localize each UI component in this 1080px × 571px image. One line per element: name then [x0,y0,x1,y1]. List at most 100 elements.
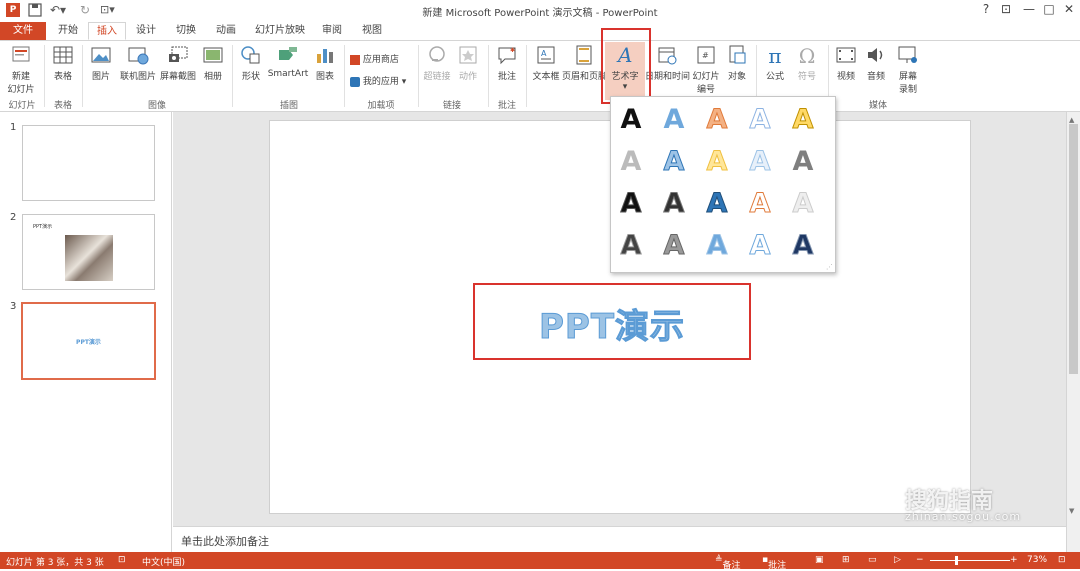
svg-text:A: A [541,49,547,58]
tab-view[interactable]: 视图 [356,22,388,40]
my-apps-button[interactable]: 我的应用 ▾ [350,74,406,87]
slide-thumbnail-3[interactable]: PPT演示 [21,302,156,380]
chart-icon [317,49,333,63]
wordart-style-17[interactable]: A [654,226,694,266]
slide-sorter-icon[interactable]: ⊞ [842,555,850,565]
group-label-addins: 加载项 [367,101,395,111]
wordart-style-11[interactable]: A [611,184,651,224]
smartart-button[interactable]: SmartArt [266,44,310,79]
vertical-scrollbar[interactable]: ▲ ▼ [1066,112,1080,552]
textbox-button[interactable]: A 文本框 [530,44,562,82]
table-button[interactable]: 表格 [48,44,78,82]
wordart-style-16[interactable]: A [611,226,651,266]
spellcheck-icon[interactable]: ⊡ [118,555,126,565]
wordart-textbox[interactable]: PPT演示 [473,283,751,360]
object-button[interactable]: 对象 [722,44,752,82]
chart-button[interactable]: 图表 [310,44,340,82]
comments-toggle[interactable]: ▪ 批注 [762,555,786,571]
screenshot-button[interactable]: 屏幕截图 [158,44,198,82]
wordart-style-1[interactable]: A [611,100,651,140]
scrollbar-thumb[interactable] [1069,124,1078,374]
app-store-button[interactable]: 应用商店 [350,52,399,65]
notes-placeholder[interactable]: 单击此处添加备注 [181,533,269,549]
notes-toggle[interactable]: ≜ 备注 [715,555,741,571]
audio-button[interactable]: 音频 [862,44,890,82]
wordart-gallery: A A A A A A A A A A A A A A A A A A A A ⋰ [610,96,836,273]
wordart-style-4[interactable]: A [740,100,780,140]
wordart-style-12[interactable]: A [654,184,694,224]
screen-recording-button[interactable]: 屏幕 录制 [892,44,924,95]
scroll-down-icon[interactable]: ▼ [1069,507,1074,515]
wordart-style-3[interactable]: A [697,100,737,140]
symbol-button[interactable]: Ω 符号 [792,44,822,82]
action-button[interactable]: 动作 [454,44,482,82]
group-separator [82,45,83,107]
speaker-icon [868,48,883,62]
tab-review[interactable]: 审阅 [316,22,348,40]
group-separator [526,45,527,107]
equation-button[interactable]: π 公式 [760,44,790,82]
wordart-style-14[interactable]: A [740,184,780,224]
picture-button[interactable]: 图片 [86,44,116,82]
slide-thumbnail-2[interactable]: PPT演示 [22,214,155,290]
tab-design[interactable]: 设计 [130,22,162,40]
smartart-icon [279,47,297,60]
album-button[interactable]: 相册 [198,44,228,82]
close-button[interactable]: ✕ [1058,2,1080,20]
album-icon [203,47,223,63]
wordart-style-2[interactable]: A [654,100,694,140]
tab-animations[interactable]: 动画 [210,22,242,40]
slide-number-button[interactable]: # 幻灯片 编号 [690,44,722,95]
group-label-media: 媒体 [868,101,887,111]
resize-grip-icon[interactable]: ⋰ [826,263,833,271]
zoom-level[interactable]: 73% [1027,555,1047,565]
shapes-button[interactable]: 形状 [236,44,266,82]
wordart-style-15[interactable]: A [783,184,823,224]
wordart-style-13[interactable]: A [697,184,737,224]
header-footer-icon [576,45,592,65]
help-button[interactable]: ? [975,2,997,20]
notes-pane[interactable]: 单击此处添加备注 [173,526,1066,552]
wordart-style-9[interactable]: A [740,142,780,182]
language[interactable]: 中文(中国) [142,555,185,568]
datetime-button[interactable]: 日期和时间 [645,44,690,82]
online-picture-button[interactable]: 联机图片 [118,44,158,82]
ribbon-tabs: 文件 开始 插入 设计 切换 动画 幻灯片放映 审阅 视图 [0,22,1080,40]
comment-button[interactable]: ✱ 批注 [492,44,522,82]
wordart-style-5[interactable]: A [783,100,823,140]
video-button[interactable]: 视频 [832,44,860,82]
scroll-up-icon[interactable]: ▲ [1069,116,1074,124]
slide-thumbnails-pane: 1 2 PPT演示 3 PPT演示 [0,112,172,552]
tab-slideshow[interactable]: 幻灯片放映 [252,22,308,40]
zoom-out-icon[interactable]: − [916,555,924,565]
wordart-style-8[interactable]: A [697,142,737,182]
zoom-in-icon[interactable]: + [1010,555,1018,565]
minimize-button[interactable]: — [1018,2,1040,20]
header-footer-button[interactable]: 页眉和页脚 [562,44,607,82]
tab-transitions[interactable]: 切换 [170,22,202,40]
ribbon-display-icon[interactable]: ⊡ [995,2,1017,20]
zoom-slider-thumb[interactable] [955,556,958,565]
tab-file[interactable]: 文件 [0,22,46,40]
slideshow-icon[interactable]: ▷ [894,555,901,565]
normal-view-icon[interactable]: ▣ [815,555,824,565]
new-slide-button[interactable]: 新建 幻灯片 [4,44,38,95]
tab-home[interactable]: 开始 [52,22,84,40]
slide-number: 1 [10,122,17,133]
tab-insert[interactable]: 插入 [88,22,126,40]
reading-view-icon[interactable]: ▭ [868,555,877,565]
slide-thumbnail-1[interactable] [22,125,155,201]
maximize-button[interactable]: □ [1038,2,1060,20]
wordart-style-20[interactable]: A [783,226,823,266]
wordart-style-10[interactable]: A [783,142,823,182]
wordart-style-6[interactable]: A [611,142,651,182]
zoom-slider[interactable] [930,560,1010,561]
wordart-style-18[interactable]: A [697,226,737,266]
wordart-style-7[interactable]: A [654,142,694,182]
hyperlink-button[interactable]: 超链接 [422,44,452,82]
wordart-text[interactable]: PPT演示 [475,299,749,348]
wordart-style-19[interactable]: A [740,226,780,266]
group-separator [344,45,345,107]
fit-to-window-icon[interactable]: ⊡ [1058,555,1066,565]
action-icon [459,46,477,64]
